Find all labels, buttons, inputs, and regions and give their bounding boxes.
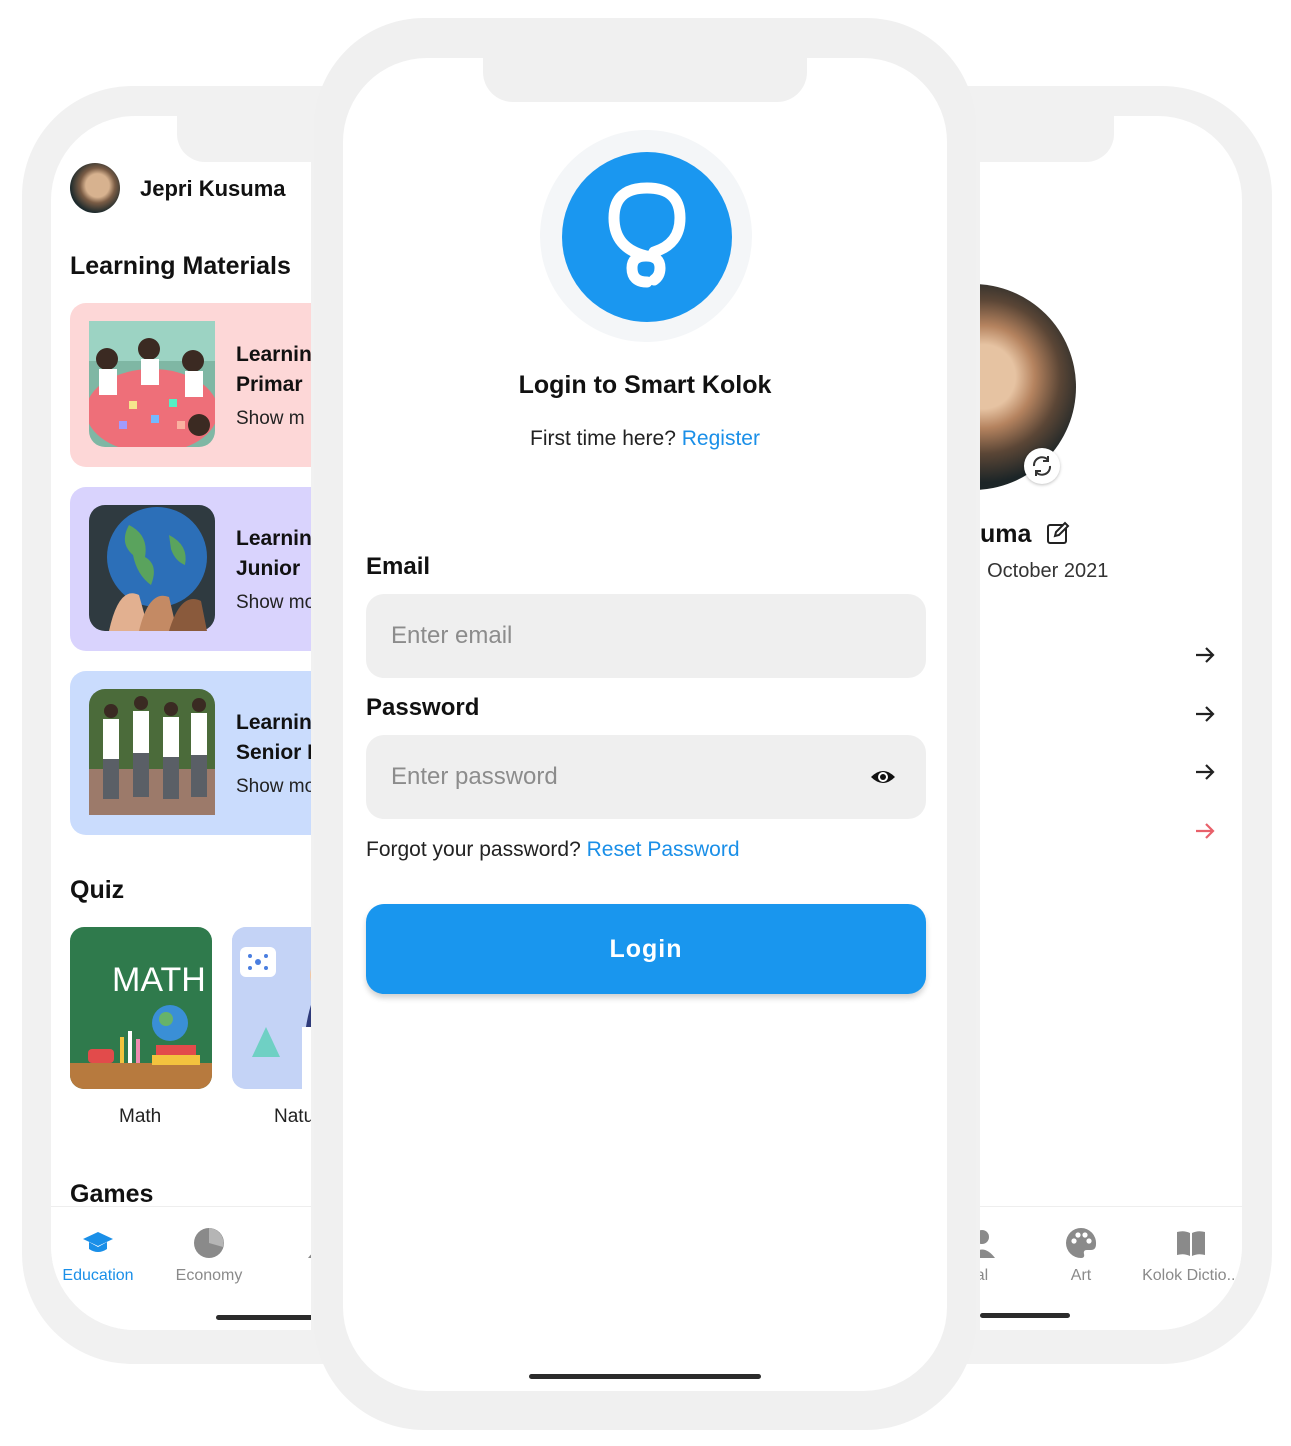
card-title-line2: Senior I [236,741,311,764]
senior-students-image [89,689,215,815]
first-time-text: First time here? [530,427,676,450]
show-more-link[interactable]: Show mo [236,592,311,614]
tab-label: Kolok Dictio... [1142,1267,1240,1284]
avatar[interactable] [70,163,120,213]
register-link[interactable]: Register [682,427,760,450]
phone-notch [483,58,807,102]
book-icon [1177,1231,1205,1256]
show-more-link[interactable]: Show m [236,408,305,430]
education-screen: Jepri Kusuma Learning Materials Learnin … [51,116,311,1330]
login-title: Login to Smart Kolok [518,371,772,399]
joined-date: : October 2021 [980,560,1109,582]
email-label: Email [366,553,431,580]
tab-label: Art [1070,1267,1092,1284]
games-title: Games [70,1180,154,1208]
password-field [366,735,926,819]
primary-students-image [86,321,218,453]
card-title-line2: Junior [236,557,301,580]
user-name: Jepri Kusuma [140,176,286,201]
card-title-line1: Learnin [236,527,311,550]
arrow-right-icon[interactable] [1194,703,1216,725]
login-screen: Login to Smart Kolok First time here? Re… [343,58,947,1391]
card-title-line1: Learnin [236,343,311,366]
tab-label: al [980,1267,989,1284]
refresh-icon [1032,456,1052,476]
tab-art[interactable]: Art [1026,1227,1136,1285]
learning-card-senior[interactable]: Learnin Senior I Show mo [70,671,311,835]
home-indicator [980,1313,1070,1318]
quiz-title: Quiz [70,876,125,904]
graduation-cap-icon [83,1232,113,1252]
learning-card-primary[interactable]: Learnin Primar Show m [70,303,311,467]
profile-screen: uma : October 2021 al Art [980,116,1242,1330]
email-input[interactable] [391,594,851,678]
profile-name: uma [980,520,1032,548]
palette-icon [1066,1228,1097,1258]
edit-icon[interactable] [1046,521,1070,545]
pie-chart-icon [194,1228,224,1258]
tab-label: Economy [175,1267,243,1284]
person-icon [308,1254,311,1258]
phone-notch [177,116,311,162]
password-input[interactable] [391,735,851,819]
login-button[interactable]: Login [366,904,926,994]
home-indicator [216,1315,311,1320]
tab-kolok-dictionary[interactable]: Kolok Dictio... [1130,1227,1242,1285]
arrow-right-icon[interactable] [1194,761,1216,783]
quiz-nature-tile[interactable] [232,927,311,1089]
forgot-password-row: Forgot your password? Reset Password [366,838,740,862]
bottom-tab-bar: Education Economy So [51,1206,311,1330]
tab-education[interactable]: Education [51,1227,153,1285]
forgot-text: Forgot your password? [366,838,581,861]
register-prompt: First time here? Register [343,427,947,451]
math-chalk-text: MATH [112,961,206,999]
arrow-right-icon[interactable] [1194,644,1216,666]
eye-icon[interactable] [870,765,896,789]
app-logo [562,152,732,322]
learning-card-junior[interactable]: Learnin Junior Show mo [70,487,311,651]
change-photo-button[interactable] [1024,448,1060,484]
reset-password-link[interactable]: Reset Password [587,838,740,861]
tab-economy[interactable]: Economy [154,1227,264,1285]
phone-notch [980,116,1114,162]
card-title-line2: Primar [236,373,303,396]
email-field [366,594,926,678]
quiz-math-tile[interactable]: MATH [70,927,212,1089]
bulb-logo-icon [608,182,686,288]
password-label: Password [366,694,480,721]
tab-social[interactable]: So [266,1227,311,1285]
person-icon [980,1230,995,1258]
card-title-line1: Learnin [236,711,311,734]
home-indicator [529,1374,761,1379]
quiz-label-nature: Natu [274,1106,311,1127]
logout-arrow-icon[interactable] [1194,820,1216,842]
bottom-tab-bar: al Art Kolok Dictio... [980,1206,1242,1330]
learning-materials-title: Learning Materials [70,252,291,280]
globe-hands-image [89,505,215,631]
quiz-label-math: Math [119,1106,162,1127]
tab-label: Education [62,1267,134,1284]
show-more-link[interactable]: Show mo [236,776,311,798]
